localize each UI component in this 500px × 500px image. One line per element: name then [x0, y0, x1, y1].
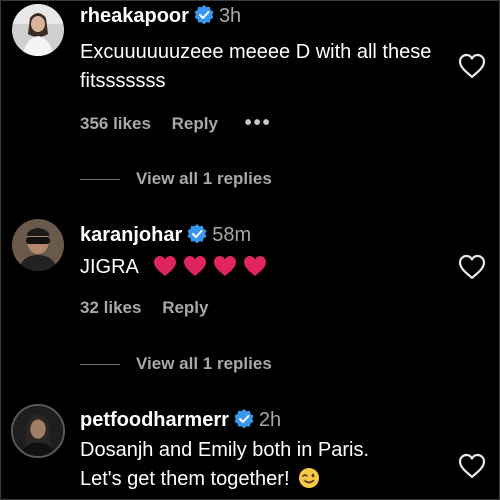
comment-text-line: Dosanjh and Emily both in Paris.	[80, 439, 370, 461]
comment-meta: 32 likes Reply	[80, 298, 208, 318]
comment-header: rheakapoor 3h	[80, 4, 241, 28]
verified-badge-icon	[194, 5, 214, 25]
verified-badge-icon	[234, 409, 254, 429]
more-options-icon[interactable]: •••	[245, 113, 272, 133]
avatar[interactable]	[12, 219, 64, 271]
likes-count[interactable]: 356 likes	[80, 114, 151, 134]
view-replies-label: View all 1 replies	[136, 169, 272, 188]
comment-text-label: Let's get them together!	[80, 468, 290, 490]
likes-count[interactable]: 32 likes	[80, 298, 141, 318]
red-heart-icon	[214, 256, 237, 276]
view-replies-button[interactable]: View all 1 replies	[80, 169, 272, 189]
like-heart-icon[interactable]	[458, 53, 486, 79]
avatar[interactable]	[11, 404, 65, 458]
avatar[interactable]	[12, 4, 64, 56]
username[interactable]: rheakapoor	[80, 5, 189, 27]
comment-text: Dosanjh and Emily both in Paris. Let's g…	[80, 436, 460, 494]
divider-line	[80, 179, 120, 181]
reply-button[interactable]: Reply	[172, 114, 218, 134]
comment-text: JIGRA	[80, 253, 460, 282]
comment-text-label: JIGRA	[80, 256, 138, 278]
timestamp: 3h	[218, 5, 242, 27]
divider-line	[80, 364, 120, 366]
comment-meta: 356 likes Reply •••	[80, 113, 272, 134]
timestamp: 2h	[258, 409, 282, 431]
comment-text: Excuuuuuuzeee meeee D with all these fit…	[80, 41, 432, 92]
verified-badge-icon	[187, 224, 207, 244]
username[interactable]: petfoodharmerr	[80, 409, 229, 431]
like-heart-icon[interactable]	[458, 254, 486, 280]
like-heart-icon[interactable]	[458, 453, 486, 479]
comment-header: karanjohar 58m	[80, 223, 251, 247]
view-replies-button[interactable]: View all 1 replies	[80, 354, 272, 374]
winking-face-icon	[298, 468, 319, 488]
comment-header: petfoodharmerr 2h	[80, 408, 281, 432]
red-heart-icon	[154, 256, 177, 276]
username[interactable]: karanjohar	[80, 224, 182, 246]
red-heart-icon	[244, 256, 267, 276]
reply-button[interactable]: Reply	[162, 298, 208, 318]
comment-text-line-2: Let's get them together!	[80, 465, 460, 494]
view-replies-label: View all 1 replies	[136, 354, 272, 373]
red-heart-icon	[184, 256, 207, 276]
timestamp: 58m	[212, 224, 252, 246]
